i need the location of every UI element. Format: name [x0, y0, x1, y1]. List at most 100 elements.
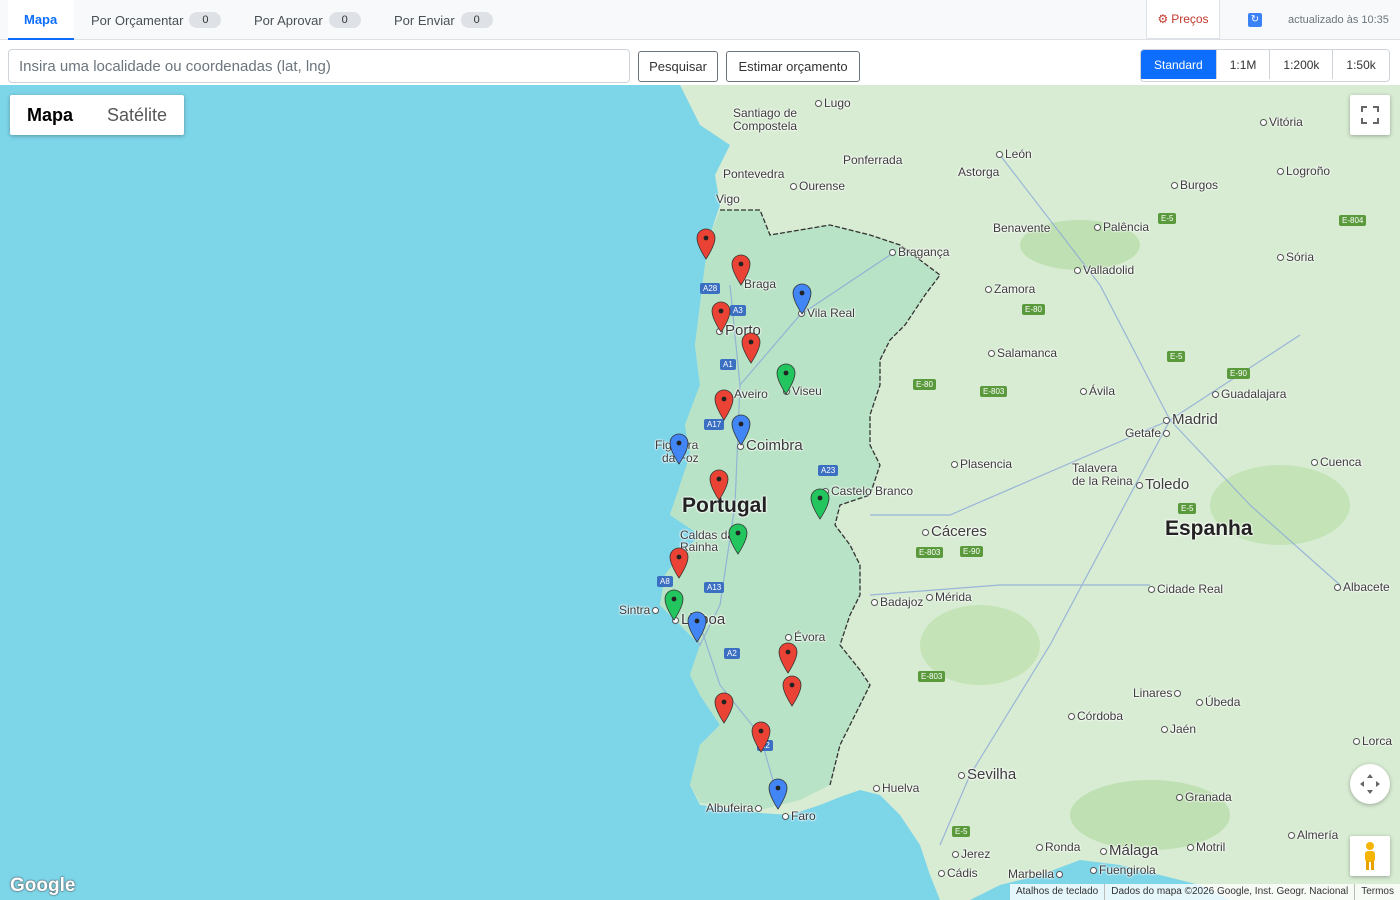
map-marker-blue[interactable] — [768, 778, 788, 815]
city-label: Mérida — [926, 590, 972, 604]
map-marker-green[interactable] — [728, 523, 748, 560]
map-pin-icon — [711, 301, 731, 333]
map-marker-green[interactable] — [810, 488, 830, 525]
city-label: Lorca — [1353, 734, 1392, 748]
map-marker-red[interactable] — [696, 228, 716, 265]
refresh-icon[interactable]: ↻ — [1248, 13, 1262, 27]
map-pin-icon — [751, 721, 771, 753]
scale-1m-button[interactable]: 1:1M — [1215, 50, 1270, 79]
tab-bar: Mapa Por Orçamentar 0 Por Aprovar 0 Por … — [0, 0, 1400, 40]
map-pin-icon — [778, 642, 798, 674]
search-button[interactable]: Pesquisar — [638, 51, 718, 82]
map-pin-icon — [768, 778, 788, 810]
road-label: A3 — [730, 305, 746, 316]
map-marker-blue[interactable] — [792, 283, 812, 320]
scale-standard-button[interactable]: Standard — [1141, 50, 1216, 79]
map-pin-icon — [664, 589, 684, 621]
count-badge: 0 — [328, 12, 361, 28]
map-marker-red[interactable] — [751, 721, 771, 758]
estimate-button[interactable]: Estimar orçamento — [726, 51, 860, 82]
city-label: Guadalajara — [1212, 387, 1286, 401]
city-label: Zamora — [985, 282, 1035, 296]
city-label: Albufeira — [706, 801, 764, 815]
map-type-control: Mapa Satélite — [10, 95, 185, 135]
city-label: Ronda — [1036, 840, 1080, 854]
city-label: Badajoz — [871, 595, 923, 609]
city-label: Talavera — [1072, 461, 1118, 475]
tab-por-aprovar[interactable]: Por Aprovar 0 — [238, 0, 377, 40]
map-marker-red[interactable] — [711, 301, 731, 338]
map-marker-red[interactable] — [731, 254, 751, 291]
fullscreen-button[interactable] — [1350, 95, 1390, 135]
prices-button[interactable]: ⚙ Preços — [1146, 0, 1220, 39]
city-label: Ourense — [790, 179, 845, 193]
country-label-spain: Espanha — [1165, 517, 1253, 540]
tab-map[interactable]: Mapa — [8, 0, 74, 40]
scale-50k-button[interactable]: 1:50k — [1332, 50, 1389, 79]
city-label: Sevilha — [958, 766, 1016, 783]
road-label: A23 — [818, 465, 839, 476]
city-label: Sintra — [619, 603, 661, 617]
road-label: E-5 — [952, 826, 971, 837]
street-view-pegman-button[interactable] — [1350, 836, 1390, 876]
map-marker-red[interactable] — [778, 642, 798, 679]
road-label: E-5 — [1167, 351, 1186, 362]
map-canvas[interactable]: Lugo Santiago de Compostela Vitória Ponf… — [0, 85, 1400, 900]
tab-label: Por Aprovar — [254, 12, 323, 28]
map-type-satellite-button[interactable]: Satélite — [90, 95, 184, 135]
map-data-text: Dados do mapa ©2026 Google, Inst. Geogr.… — [1104, 884, 1354, 900]
city-label: Almería — [1288, 828, 1338, 842]
pegman-icon — [1365, 842, 1375, 870]
road-label: A1 — [720, 359, 736, 370]
map-marker-blue[interactable] — [669, 433, 689, 470]
city-label: Bragança — [889, 245, 949, 259]
map-type-map-button[interactable]: Mapa — [10, 95, 90, 135]
map-pin-icon — [669, 433, 689, 465]
terms-link[interactable]: Termos — [1354, 884, 1400, 900]
road-label: A28 — [700, 283, 721, 294]
city-label: Cidade Real — [1148, 582, 1223, 596]
road-label: A13 — [704, 582, 725, 593]
map-pin-icon — [728, 523, 748, 555]
map-pin-icon — [731, 414, 751, 446]
map-marker-green[interactable] — [776, 363, 796, 400]
map-marker-red[interactable] — [709, 469, 729, 506]
map-pin-icon — [776, 363, 796, 395]
city-label: Jerez — [952, 847, 990, 861]
count-badge: 0 — [460, 12, 493, 28]
camera-control-button[interactable] — [1350, 764, 1390, 804]
road-label: E-90 — [1227, 368, 1250, 379]
prices-label: Preços — [1171, 12, 1209, 26]
city-label: Getafe — [1125, 426, 1172, 440]
road-label: E-5 — [1158, 213, 1177, 224]
map-pin-icon — [741, 332, 761, 364]
map-pin-icon — [731, 254, 751, 286]
city-label: Logroño — [1277, 164, 1330, 178]
map-marker-red[interactable] — [714, 692, 734, 729]
road-label: E-80 — [1022, 304, 1045, 315]
map-marker-blue[interactable] — [687, 611, 707, 648]
map-pin-icon — [709, 469, 729, 501]
tab-por-orcamentar[interactable]: Por Orçamentar 0 — [75, 0, 237, 40]
map-marker-red[interactable] — [669, 547, 689, 584]
scale-200k-button[interactable]: 1:200k — [1269, 50, 1333, 79]
map-pin-icon — [714, 692, 734, 724]
map-marker-green[interactable] — [664, 589, 684, 626]
road-label: E-90 — [960, 546, 983, 557]
map-marker-red[interactable] — [782, 675, 802, 712]
map-base — [660, 85, 1400, 900]
map-marker-red[interactable] — [741, 332, 761, 369]
city-label: Castelo Branco — [822, 484, 913, 498]
city-label: Albacete — [1334, 580, 1390, 594]
search-input[interactable] — [8, 49, 630, 83]
city-label: Astorga — [958, 165, 1000, 179]
tab-por-enviar[interactable]: Por Enviar 0 — [378, 0, 509, 40]
road-label: A2 — [724, 648, 740, 659]
road-label: E-5 — [1178, 503, 1197, 514]
city-label: Palência — [1094, 220, 1149, 234]
map-marker-blue[interactable] — [731, 414, 751, 451]
city-label: Cuenca — [1311, 455, 1361, 469]
keyboard-shortcuts-link[interactable]: Atalhos de teclado — [1010, 884, 1104, 900]
city-label: Vitória — [1260, 115, 1303, 129]
fullscreen-icon — [1361, 106, 1379, 124]
